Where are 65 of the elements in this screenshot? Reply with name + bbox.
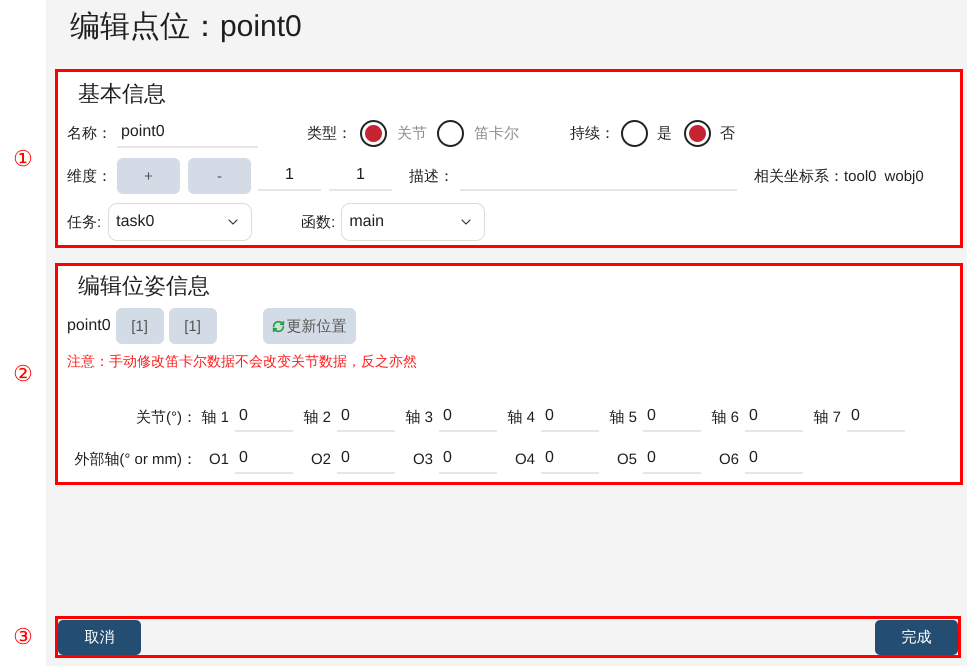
field-label: O2 bbox=[310, 450, 331, 468]
function-select[interactable]: main bbox=[341, 203, 486, 241]
refresh-icon bbox=[272, 320, 285, 332]
row-label: 外部轴(° or mm)： bbox=[73, 450, 197, 468]
field-label: 函数: bbox=[301, 212, 336, 232]
field-label: O6 bbox=[718, 450, 739, 468]
cancel-button[interactable]: 取消 bbox=[58, 620, 141, 655]
value-input[interactable]: 0 bbox=[847, 402, 905, 432]
radio-label: 是 bbox=[657, 124, 672, 142]
field-label: 任务: bbox=[67, 212, 102, 232]
index-button[interactable]: [1] bbox=[116, 308, 164, 344]
circled-number: ② bbox=[13, 361, 33, 387]
update-position-button[interactable]: 更新位置 bbox=[262, 308, 356, 344]
field-label: O3 bbox=[412, 450, 433, 468]
field-label: 轴 6 bbox=[710, 408, 739, 426]
value-input[interactable]: 0 bbox=[541, 444, 599, 474]
radio-label: 关节 bbox=[397, 124, 427, 142]
value-input[interactable]: 0 bbox=[235, 402, 293, 432]
value-input[interactable]: 0 bbox=[541, 402, 599, 432]
done-button[interactable]: 完成 bbox=[875, 620, 958, 655]
row-label: 关节(°)： bbox=[135, 408, 197, 426]
field-label: 名称： bbox=[67, 124, 112, 142]
field-label: 类型： bbox=[307, 124, 352, 142]
name-input[interactable]: point0 bbox=[117, 118, 258, 148]
value-input[interactable]: 0 bbox=[337, 402, 395, 432]
coordinate-value: tool0 bbox=[844, 168, 877, 184]
field-label: 轴 3 bbox=[404, 408, 433, 426]
value-input[interactable]: 0 bbox=[439, 402, 497, 432]
value-input[interactable]: 0 bbox=[643, 444, 701, 474]
field-label: 持续： bbox=[570, 124, 615, 142]
dimension-input[interactable]: 1 bbox=[329, 161, 392, 191]
radio-label: 笛卡尔 bbox=[474, 124, 519, 142]
field-label: 维度： bbox=[67, 166, 112, 186]
section-heading: 基本信息 bbox=[78, 80, 166, 108]
field-label: 轴 7 bbox=[812, 408, 841, 426]
circled-number: ① bbox=[13, 146, 33, 172]
dimension-input[interactable]: 1 bbox=[258, 161, 321, 191]
field-label: 轴 1 bbox=[200, 408, 229, 426]
value-input[interactable]: 0 bbox=[745, 444, 803, 474]
step-button[interactable]: + bbox=[117, 158, 180, 194]
section-heading: 编辑位姿信息 bbox=[78, 272, 210, 300]
value-input[interactable]: 0 bbox=[337, 444, 395, 474]
step-button[interactable]: - bbox=[188, 158, 251, 194]
page-title: 编辑点位：point0 bbox=[69, 9, 302, 45]
field-label: 轴 5 bbox=[608, 408, 637, 426]
field-label: O4 bbox=[514, 450, 535, 468]
radio-button[interactable] bbox=[684, 120, 711, 146]
coordinate-value: wobj0 bbox=[884, 168, 924, 184]
radio-label: 否 bbox=[720, 124, 735, 142]
field-label: 相关坐标系： bbox=[754, 166, 844, 186]
field-label: 描述： bbox=[409, 166, 454, 186]
warning-note: 注意：手动修改笛卡尔数据不会改变关节数据，反之亦然 bbox=[67, 352, 417, 370]
radio-button[interactable] bbox=[621, 120, 648, 146]
value-input[interactable]: 0 bbox=[643, 402, 701, 432]
value-input[interactable]: 0 bbox=[235, 444, 293, 474]
circled-number: ③ bbox=[13, 624, 33, 650]
point-name: point0 bbox=[67, 317, 111, 335]
field-label: 轴 2 bbox=[302, 408, 331, 426]
value-input[interactable]: 0 bbox=[439, 444, 497, 474]
value-input[interactable]: 0 bbox=[745, 402, 803, 432]
field-label: O1 bbox=[208, 450, 229, 468]
field-label: 轴 4 bbox=[506, 408, 535, 426]
field-label: O5 bbox=[616, 450, 637, 468]
index-button[interactable]: [1] bbox=[168, 308, 217, 344]
task-select[interactable]: task0 bbox=[108, 203, 252, 241]
